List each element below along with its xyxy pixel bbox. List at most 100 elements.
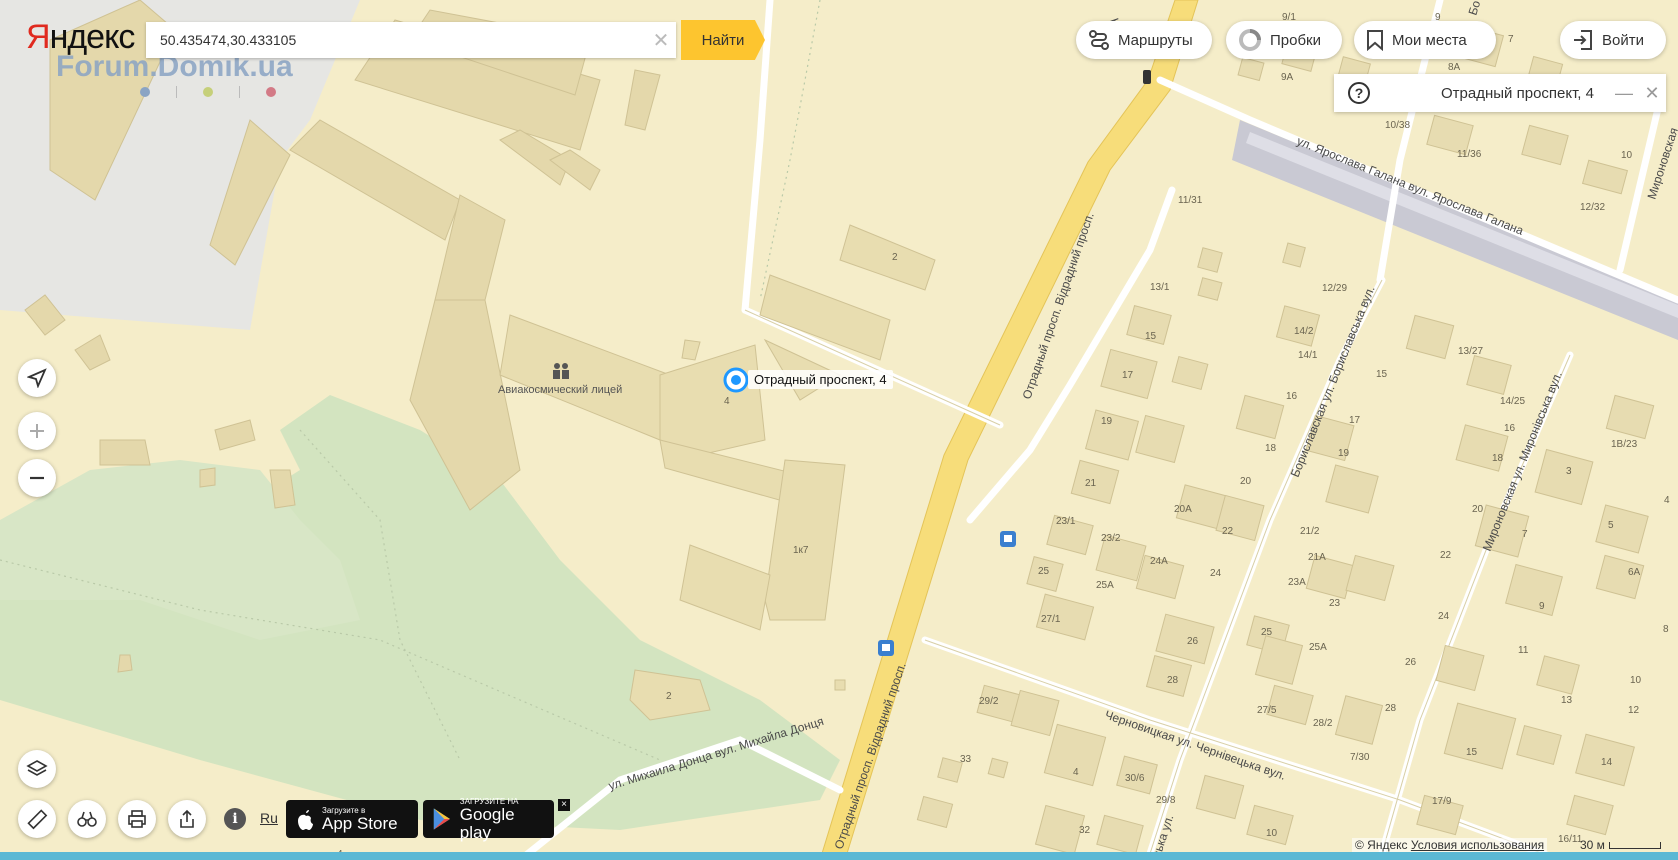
house-number: 26 [1187, 636, 1199, 647]
house-number: 27/5 [1257, 705, 1277, 716]
ad-close-button[interactable]: × [558, 799, 570, 811]
house-number: 1В/23 [1611, 439, 1638, 450]
google-play-badge[interactable]: ЗАГРУЗИТЕ НА Google play [423, 797, 554, 841]
find-button[interactable]: Найти [681, 20, 765, 60]
info-icon[interactable]: i [224, 808, 246, 830]
place-infobox: ? Отрадный проспект, 4 — ✕ [1334, 74, 1666, 112]
house-number: 20А [1174, 504, 1192, 515]
map-canvas[interactable]: 9/1 9 7 9А 8А 10/38 11/36 10 12/32 11/31… [0, 0, 1678, 860]
house-number: 12/32 [1580, 202, 1605, 213]
minus-icon [30, 476, 44, 480]
login-icon [1574, 30, 1592, 50]
terms-link[interactable]: Условия использования [1411, 838, 1544, 852]
house-number: 13/27 [1458, 346, 1483, 357]
pin-label[interactable]: Отрадный проспект, 4 [748, 370, 893, 389]
routes-button[interactable]: Маршруты [1076, 21, 1212, 59]
house-number: 23 [1329, 598, 1341, 609]
house-number: 26 [1405, 657, 1417, 668]
house-number: 32 [1079, 825, 1091, 836]
house-number: 20 [1472, 504, 1484, 515]
language-switch[interactable]: Ru [260, 810, 278, 826]
house-number: 3 [1566, 466, 1572, 477]
house-number: 18 [1492, 453, 1504, 464]
ruler-icon [27, 809, 48, 830]
house-number: 15 [1145, 331, 1157, 342]
bus-stop-icon[interactable] [1000, 531, 1016, 547]
house-number: 21/2 [1300, 526, 1320, 537]
share-button[interactable] [168, 800, 206, 838]
app-store-badge[interactable]: Загрузите в App Store [286, 800, 418, 838]
print-button[interactable] [118, 800, 156, 838]
house-number: 10 [1266, 828, 1278, 839]
navigation-arrow-icon [27, 368, 47, 388]
house-number: 28/2 [1313, 718, 1333, 729]
house-number: 14 [1601, 757, 1613, 768]
house-number: 8 [1663, 624, 1669, 635]
minimize-icon[interactable]: — [1610, 83, 1638, 104]
layers-button[interactable] [18, 750, 56, 788]
poi-label: Авиакосмический лицей [498, 384, 622, 396]
house-number: 9 [1539, 601, 1545, 612]
house-number: 24 [1210, 568, 1222, 579]
house-number: 33 [960, 754, 972, 765]
house-number: 25 [1261, 627, 1273, 638]
house-number: 17 [1349, 415, 1361, 426]
house-number: 21А [1308, 552, 1326, 563]
house-number: 2 [892, 252, 898, 263]
house-number: 10 [1621, 150, 1633, 161]
google-play-icon [433, 808, 450, 830]
zoom-in-button[interactable] [18, 412, 56, 450]
house-number: 22 [1440, 550, 1452, 561]
help-icon[interactable]: ? [1348, 82, 1370, 104]
plus-icon [30, 424, 44, 438]
house-number: 30/6 [1125, 773, 1145, 784]
house-number: 2 [666, 691, 672, 702]
clear-icon[interactable]: ✕ [646, 28, 676, 53]
house-number: 15 [1466, 747, 1478, 758]
house-number: 13/1 [1150, 282, 1170, 293]
house-number: 7 [1508, 34, 1514, 45]
login-button[interactable]: Войти [1560, 21, 1666, 59]
printer-icon [128, 810, 146, 828]
bookmark-icon [1367, 30, 1383, 51]
close-icon[interactable]: ✕ [1638, 83, 1666, 104]
copyright: © Яндекс Условия использования [1352, 838, 1548, 852]
infobox-title: Отрадный проспект, 4 [1441, 84, 1594, 102]
house-number: 12/29 [1322, 283, 1347, 294]
house-number: 14/2 [1294, 326, 1314, 337]
watermark-dots [140, 86, 276, 98]
house-number: 23А [1288, 577, 1306, 588]
share-icon [180, 809, 194, 828]
house-number: 28 [1385, 703, 1397, 714]
zoom-out-button[interactable] [18, 459, 56, 497]
house-number: 19 [1101, 416, 1113, 427]
bus-stop-icon[interactable] [878, 640, 894, 656]
panorama-button[interactable] [68, 800, 106, 838]
binoculars-icon [77, 811, 97, 827]
traffic-button[interactable]: Пробки [1226, 21, 1342, 59]
house-number: 16 [1504, 423, 1516, 434]
house-number: 25А [1096, 580, 1114, 591]
house-number: 25А [1309, 642, 1327, 653]
house-number: 4 [1073, 767, 1079, 778]
house-number: 5 [1608, 520, 1614, 531]
house-number: 20 [1240, 476, 1252, 487]
house-number: 10 [1630, 675, 1642, 686]
search-input[interactable] [158, 31, 646, 49]
house-number: 6А [1628, 567, 1641, 578]
house-number: 29/2 [979, 696, 999, 707]
route-icon [1089, 30, 1109, 50]
house-number: 27/1 [1041, 614, 1061, 625]
ruler-button[interactable] [18, 800, 56, 838]
house-number: 4 [1664, 495, 1670, 506]
house-number: 19 [1338, 448, 1350, 459]
bottom-strip [0, 852, 1678, 860]
house-number: 28 [1167, 675, 1179, 686]
my-places-button[interactable]: Мои места [1354, 21, 1496, 59]
location-pin-icon[interactable] [723, 367, 749, 393]
house-number: 22 [1222, 526, 1234, 537]
house-number: 17/9 [1432, 796, 1452, 807]
house-number: 24А [1150, 556, 1168, 567]
geolocation-button[interactable] [18, 359, 56, 397]
house-number: 11/36 [1457, 149, 1482, 160]
